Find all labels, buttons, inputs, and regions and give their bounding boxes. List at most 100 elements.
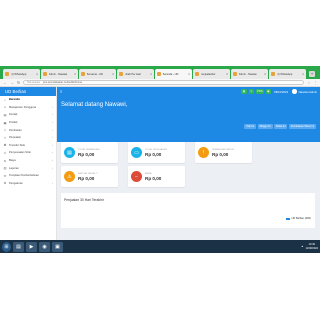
pos-button[interactable]: POS — [256, 89, 264, 94]
filter-button[interactable]: Pembukuan Tahun Ini — [288, 124, 316, 129]
back-icon[interactable]: ← — [3, 80, 7, 85]
sidebar-item-label: Penyesuaian Stok — [9, 151, 31, 155]
summary-card: ▤ TOTAL PEMBELIAN Rp 0,00 — [61, 142, 118, 163]
users-icon: ☺ — [3, 105, 7, 110]
alert-icon: ! — [198, 147, 209, 158]
new-tab-button[interactable]: + — [309, 71, 315, 77]
menu-icon[interactable]: ⋮ — [314, 81, 318, 85]
browser-tab[interactable]: Admin - Nawawi × — [41, 69, 78, 79]
close-icon[interactable]: × — [150, 72, 152, 76]
favicon-icon — [233, 72, 237, 76]
summary-card: ⚠ FAKTUR JATUH T... Rp 0,00 — [61, 166, 118, 187]
chevron-left-icon: ‹ — [52, 121, 53, 125]
card-value: Rp 0,00 — [78, 175, 95, 181]
favicon-icon — [43, 72, 47, 76]
close-icon[interactable]: × — [74, 72, 76, 76]
filter-button[interactable]: Minggu Ini — [257, 124, 273, 129]
tab-label: Ubah Per Hari — [124, 72, 141, 76]
close-icon[interactable]: × — [188, 72, 190, 76]
main-content: ≡ ▦ ✎ POS ▣ 08/10/2022 Nawawi Admin Sela… — [57, 87, 320, 240]
sidebar-item-label: Biaya — [9, 159, 16, 163]
url-input[interactable]: Not secure pos.opmusikasan.net/public/ho… — [23, 79, 305, 86]
minus-circle-icon: − — [131, 171, 142, 182]
sidebar-item[interactable]: ⌂ Beranda — [0, 96, 56, 104]
card-value: Rp 0,00 — [145, 175, 162, 181]
card-title: BIAYA — [145, 172, 152, 175]
clock[interactable]: 10:49 12/08/2022 — [305, 243, 318, 249]
sidebar-item-label: Template Pemberitahuan — [9, 174, 39, 178]
date-filter-group: Hari Ini Minggu Ini Bulan Ini Pembukuan Tah… — [244, 124, 316, 129]
sidebar-item-label: Penjualan — [9, 136, 21, 140]
system-tray: ▲ 10:49 12/08/2022 — [301, 243, 318, 249]
sidebar-item[interactable]: ⇧ Penjualan ‹ — [0, 134, 56, 142]
close-icon[interactable]: × — [302, 72, 304, 76]
network-icon[interactable]: ▲ — [301, 245, 303, 248]
security-label: Not secure — [27, 81, 40, 84]
card-title: PEMBELIAN JATUH... — [212, 148, 236, 151]
chevron-left-icon: ‹ — [52, 159, 53, 163]
browser-tab[interactable]: Bersama - UD × — [79, 69, 116, 79]
card-value: Rp 0,00 — [145, 151, 162, 157]
cart-in-icon: ⇩ — [3, 128, 7, 133]
sidebar-item[interactable]: ⇄ Transfer Stok ‹ — [0, 142, 56, 150]
favicon-icon — [157, 72, 161, 76]
summary-card: ▭ TOTAL PENJUALAN Rp 0,00 — [128, 142, 185, 163]
start-button[interactable]: ⊞ — [2, 241, 11, 252]
browser-tab-bar: (1) WhatsApp × Admin - Nawawi × Bersama - UD… — [0, 66, 320, 79]
close-icon[interactable]: × — [226, 72, 228, 76]
sidebar-item[interactable]: ☺ Manajemen Pengguna ‹ — [0, 104, 56, 112]
panel-title: Penjualan 30 Hari Terakhir — [64, 198, 104, 202]
chevron-left-icon: ‹ — [52, 143, 53, 147]
invoice-icon: ▭ — [131, 147, 142, 158]
hamburger-icon[interactable]: ≡ — [60, 89, 62, 94]
reload-icon[interactable]: ↻ — [17, 80, 20, 85]
sidebar-item[interactable]: $ Biaya ‹ — [0, 157, 56, 165]
address-bar: ← → ↻ Not secure pos.opmusikasan.net/pub… — [0, 79, 320, 87]
sidebar-item[interactable]: ▣ Produk ‹ — [0, 119, 56, 127]
star-icon[interactable]: ☆ — [307, 81, 310, 85]
sidebar-item[interactable]: ✉ Template Pemberitahuan — [0, 172, 56, 180]
calculator-button[interactable]: ▦ — [241, 89, 247, 94]
adjust-icon: ≡ — [4, 150, 6, 155]
cart-icon: ▤ — [64, 147, 75, 158]
screenshot: (1) WhatsApp × Admin - Nawawi × Bersama - UD… — [0, 66, 320, 253]
app-icon[interactable]: ▣ — [52, 241, 63, 252]
tab-label: Bersama - UD — [86, 72, 103, 76]
sidebar-item[interactable]: ≡ Penyesuaian Stok ‹ — [0, 149, 56, 157]
brand[interactable]: UD Berlian — [0, 87, 56, 96]
sidebar-item[interactable]: ⚙ Pengaturan ‹ — [0, 180, 56, 188]
sidebar-item-label: Pembelian — [9, 128, 22, 132]
edit-button[interactable]: ✎ — [248, 89, 255, 94]
close-icon[interactable]: × — [264, 72, 266, 76]
close-icon[interactable]: × — [112, 72, 114, 76]
home-icon: ⌂ — [4, 97, 6, 102]
envelope-icon: ✉ — [3, 173, 7, 178]
media-icon[interactable]: ▶ — [26, 241, 37, 252]
card-value: Rp 0,00 — [78, 151, 95, 157]
browser-tab[interactable]: Admin - Nawaw × — [231, 69, 268, 79]
user-menu[interactable]: Nawawi Admin — [292, 89, 317, 94]
browser-tab[interactable]: (1) WhatsApp × — [3, 69, 40, 79]
filter-button[interactable]: Bulan Ini — [274, 124, 288, 129]
app: UD Berlian ⌂ Beranda ☺ Manajemen Pengguna ‹ ▤… — [0, 87, 320, 240]
cash-button[interactable]: ▣ — [265, 89, 272, 94]
filter-button[interactable]: Hari Ini — [244, 124, 257, 129]
browser-tab[interactable]: penjualanber × — [193, 69, 230, 79]
browser-tab[interactable]: (1) WhatsApp × — [269, 69, 306, 79]
chevron-left-icon: ‹ — [52, 105, 53, 109]
close-icon[interactable]: × — [36, 72, 38, 76]
browser-tab[interactable]: Ubah Per Hari × — [117, 69, 154, 79]
avatar — [292, 89, 297, 94]
sidebar-item[interactable]: ▥ Laporan ‹ — [0, 164, 56, 172]
chevron-left-icon: ‹ — [52, 181, 53, 185]
sidebar-item[interactable]: ⇩ Pembelian ‹ — [0, 126, 56, 134]
sales-chart-panel: Penjualan 30 Hari Terakhir UD Berlian (I… — [61, 193, 315, 228]
forward-icon[interactable]: → — [10, 80, 14, 85]
gear-icon: ⚙ — [3, 181, 7, 186]
chrome-icon[interactable]: ◉ — [39, 241, 50, 252]
explorer-icon[interactable]: ▤ — [13, 241, 24, 252]
chart-legend[interactable]: UD Berlian (IDR) — [286, 217, 311, 220]
sidebar-item[interactable]: ▤ Kontak ‹ — [0, 111, 56, 119]
chevron-left-icon: ‹ — [52, 113, 53, 117]
browser-tab[interactable]: Beranda - UD × — [155, 69, 192, 79]
